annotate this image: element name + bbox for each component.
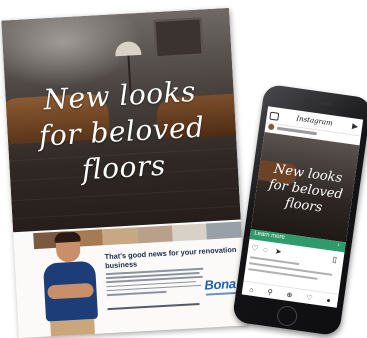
bookmark-icon[interactable]: ▯ [332,255,338,265]
phone-screen: Instagram New looks for beloved floors L… [241,106,364,308]
contractor-photo [35,230,105,338]
swatch-6 [206,221,242,240]
swatch-4 [137,225,173,244]
wall-picture [153,17,204,59]
avatar[interactable] [267,123,275,131]
body-copy [105,267,205,299]
bottom-nav: ⌂ ⚲ ⊕ ♡ ● [241,280,339,308]
profile-icon[interactable]: ● [326,297,331,305]
search-icon[interactable]: ⚲ [267,288,273,297]
chevron-right-icon: › [337,242,340,249]
footer-line [107,302,200,310]
good-news-heading: That's good news for your renovation bus… [104,244,237,270]
bona-logo: Bona [203,275,237,293]
post-photo[interactable]: New looks for beloved floors [250,132,360,243]
flyer-headline: New looks for beloved floors [38,74,206,187]
phone-speaker [303,99,332,106]
home-button[interactable] [275,304,299,328]
living-room-photo: New looks for beloved floors [1,7,241,233]
comment-icon[interactable]: ◌ [263,245,269,255]
swatch-5 [171,223,208,242]
home-icon[interactable]: ⌂ [249,286,254,294]
swatch-3 [102,227,138,246]
send-icon[interactable]: ➤ [274,247,282,257]
smartphone: Instagram New looks for beloved floors L… [231,83,367,337]
post-headline: New looks for beloved floors [267,161,344,216]
print-flyer: New looks for beloved floors That's good… [1,7,247,338]
heart-icon[interactable]: ♡ [251,243,259,253]
like-icon[interactable]: ♡ [306,293,313,302]
direct-message-icon[interactable] [351,123,359,130]
add-icon[interactable]: ⊕ [286,291,293,300]
